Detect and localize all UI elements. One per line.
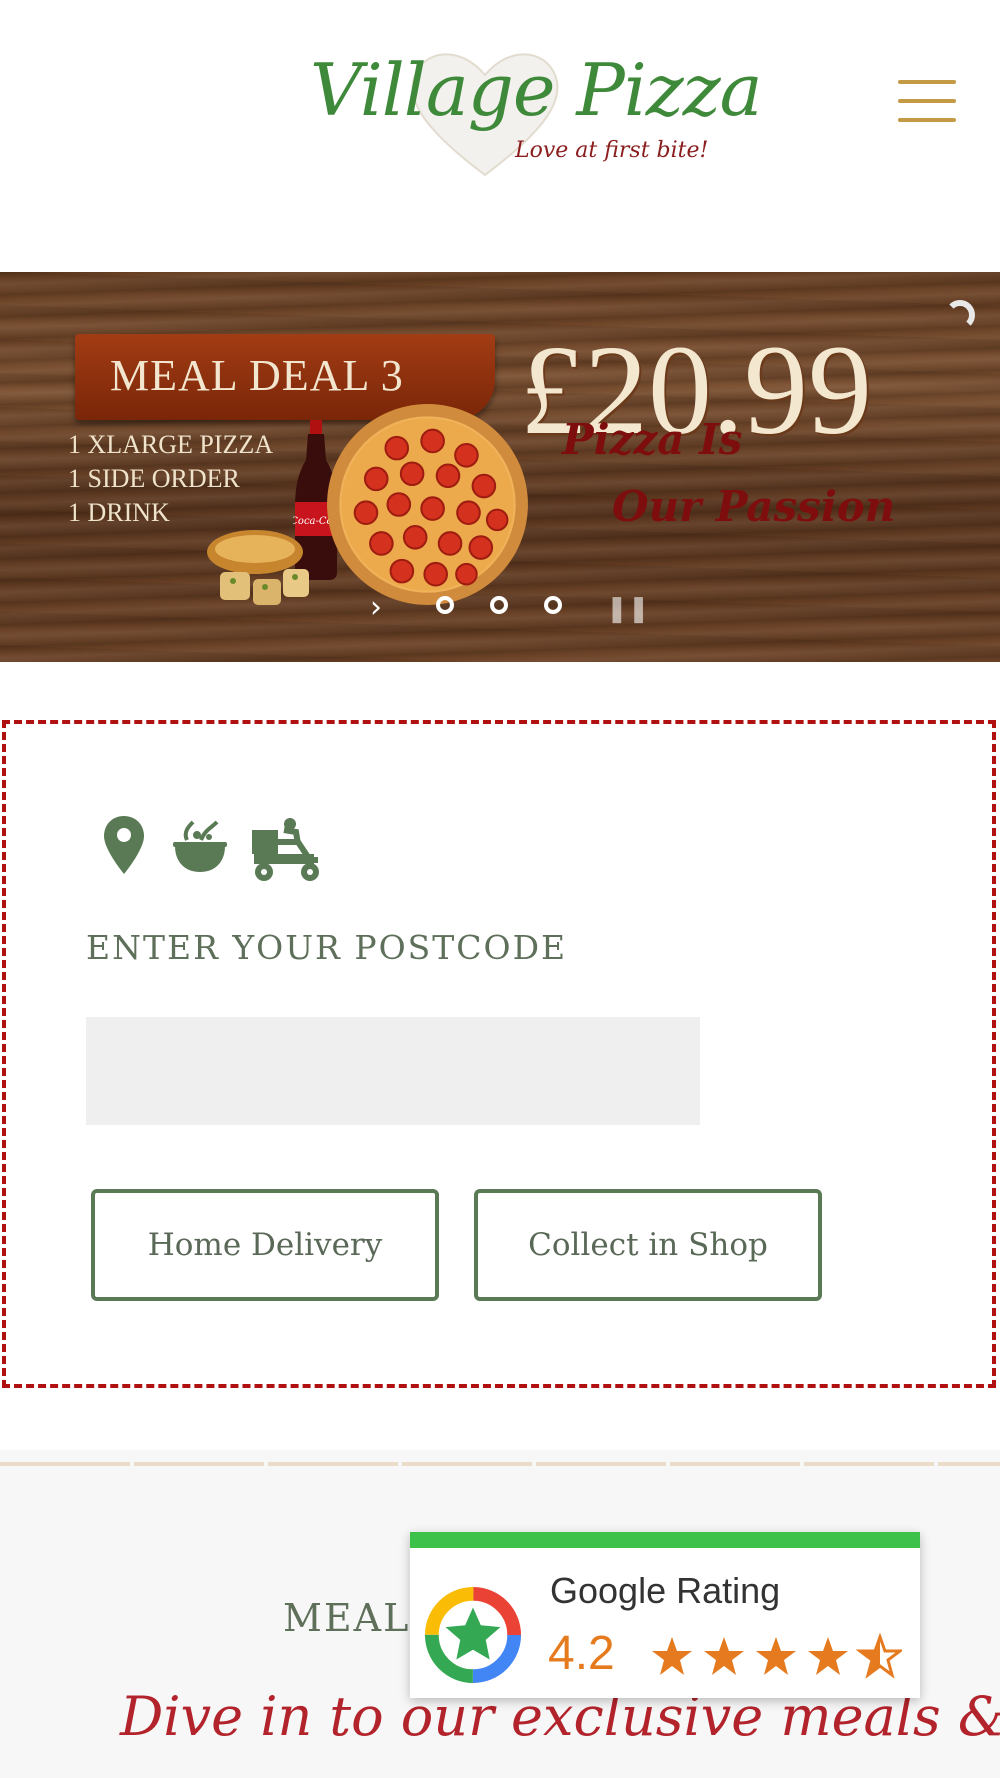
google-rating-badge[interactable]: Google Rating 4.2 — [410, 1532, 920, 1698]
hero-banner: MEAL DEAL 3 1 XLARGE PIZZA 1 SIDE ORDER … — [0, 272, 1000, 662]
food-bowl-icon — [173, 820, 227, 872]
star-full-icon — [704, 1637, 744, 1675]
slider-dot[interactable] — [490, 596, 508, 614]
rating-title: Google Rating — [550, 1570, 781, 1611]
deal-title: MEAL DEAL 3 — [110, 351, 404, 400]
hamburger-menu-icon[interactable] — [898, 80, 958, 126]
rating-score: 4.2 — [548, 1627, 615, 1680]
star-half-icon — [855, 1632, 902, 1679]
home-delivery-button[interactable]: Home Delivery — [91, 1189, 439, 1301]
slider-dot[interactable] — [436, 596, 454, 614]
google-star-logo-icon — [424, 1586, 522, 1684]
slogan-line: Our Passion — [612, 482, 896, 531]
pepperoni-pizza-image — [327, 404, 528, 605]
loading-spinner-icon — [945, 300, 975, 330]
deal-item: 1 DRINK — [68, 498, 170, 527]
slider-dot[interactable] — [544, 596, 562, 614]
logo-tagline: Love at first bite! — [515, 138, 709, 163]
site-header: Village Pizza Love at first bite! — [0, 0, 1000, 270]
postcode-input[interactable] — [86, 1017, 700, 1125]
star-full-icon — [756, 1637, 796, 1675]
slogan-line: Pizza Is — [562, 415, 743, 464]
village-pizza-logo[interactable]: Village Pizza Love at first bite! — [300, 30, 763, 190]
location-pin-icon — [104, 816, 144, 874]
rating-stars — [652, 1632, 902, 1679]
deal-item: 1 SIDE ORDER — [68, 464, 240, 493]
postcode-label: ENTER YOUR POSTCODE — [86, 928, 568, 967]
section-divider — [0, 1462, 1000, 1466]
order-step-icons — [104, 816, 319, 881]
garlic-bread-image — [207, 530, 309, 605]
star-full-icon — [808, 1637, 848, 1675]
deal-item: 1 XLARGE PIZZA — [68, 430, 274, 459]
collect-in-shop-button[interactable]: Collect in Shop — [474, 1189, 822, 1301]
slider-next-arrow-icon[interactable]: › — [370, 590, 382, 625]
star-full-icon — [652, 1637, 692, 1675]
delivery-scooter-icon — [252, 818, 319, 881]
slider-pause-icon[interactable]: ❚❚ — [606, 594, 650, 624]
logo-title: Village Pizza — [310, 48, 763, 132]
